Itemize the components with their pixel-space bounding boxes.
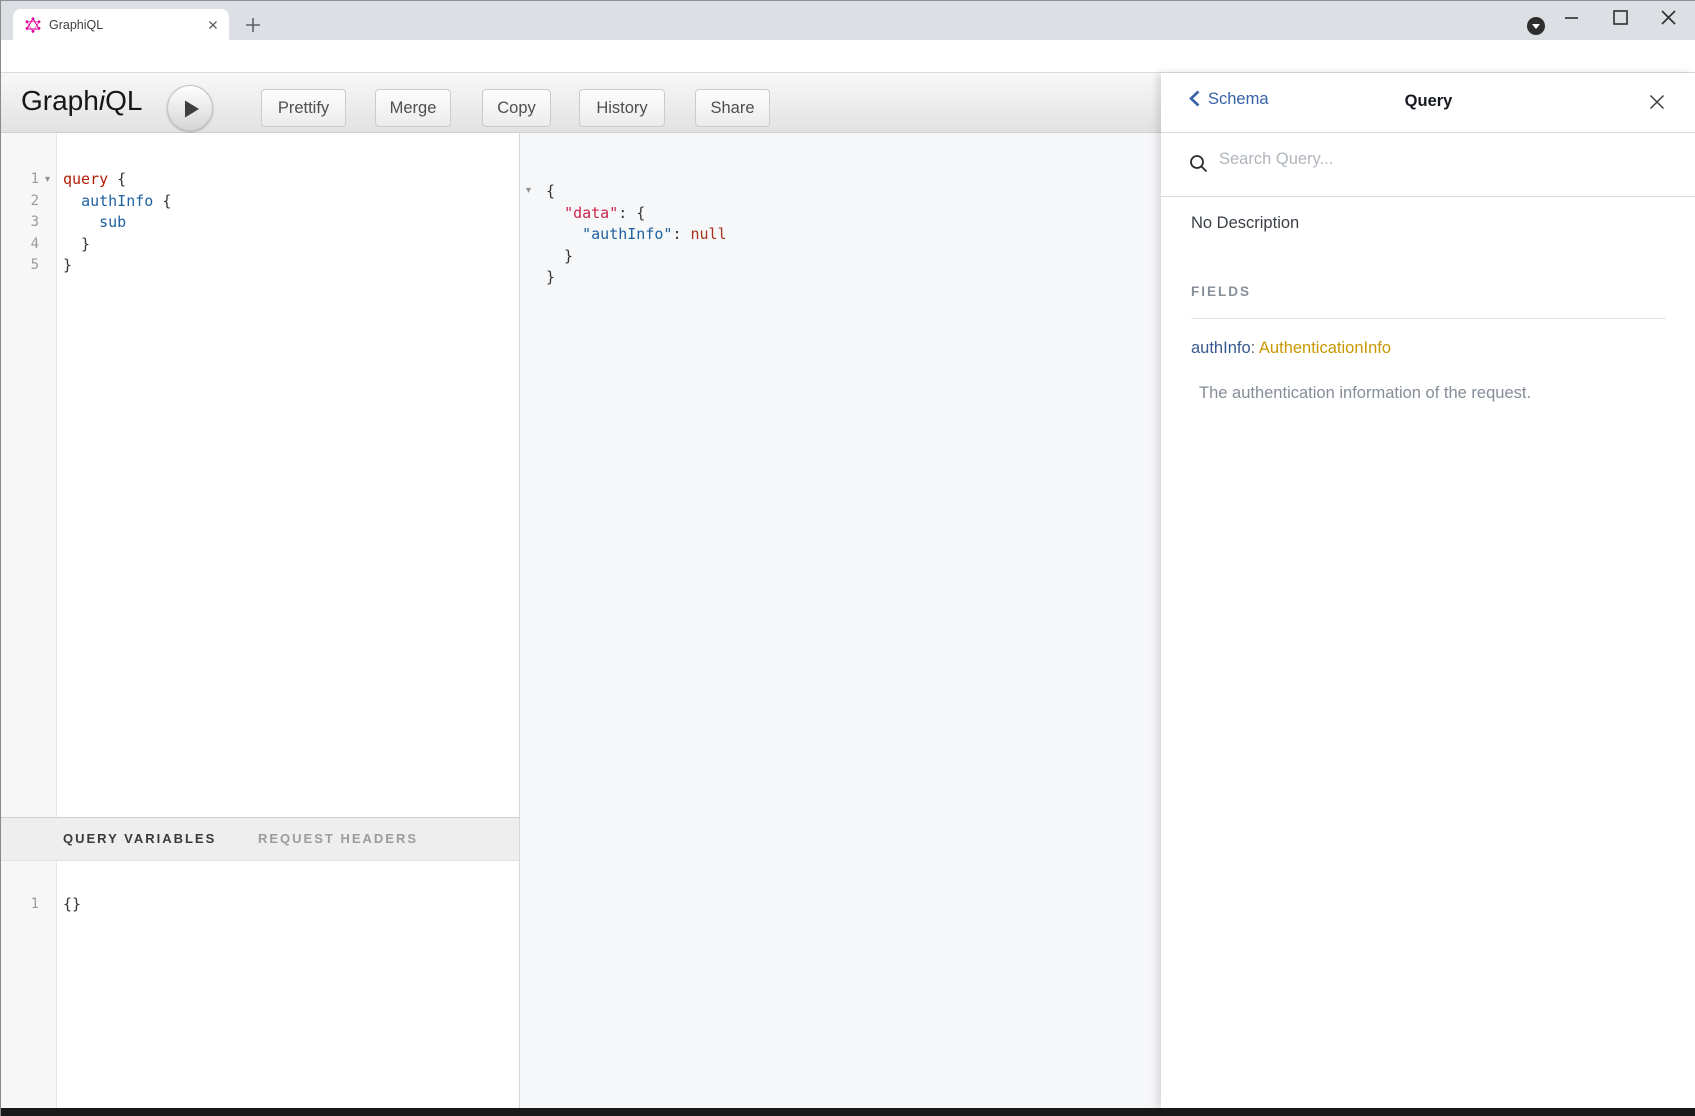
doc-close-icon[interactable] <box>1648 93 1666 111</box>
doc-explorer-header: Schema Query <box>1161 73 1695 133</box>
result-fold-icon[interactable]: ▾ <box>526 185 531 196</box>
query-line-numbers: 1▾2345 <box>1 169 56 277</box>
browser-update-badge-icon[interactable] <box>1527 17 1545 35</box>
tab-title: GraphiQL <box>49 18 103 32</box>
browser-toolbar: localhost:3000/graphql P <box>1 40 1695 73</box>
fields-heading: FIELDS <box>1191 284 1251 299</box>
close-window-button[interactable] <box>1653 7 1683 29</box>
doc-explorer-title: Query <box>1161 92 1695 111</box>
field-type-link[interactable]: AuthenticationInfo <box>1259 339 1391 357</box>
search-icon <box>1189 154 1208 173</box>
result-viewer: ▾ { "data": { "authInfo": null }} <box>520 133 1161 1108</box>
result-json: { "data": { "authInfo": null }} <box>546 181 727 289</box>
copy-button[interactable]: Copy <box>482 89 551 127</box>
prettify-button[interactable]: Prettify <box>261 89 346 127</box>
merge-button[interactable]: Merge <box>375 89 451 127</box>
taskbar-edge <box>1 1108 1695 1116</box>
minimize-button[interactable] <box>1556 7 1586 29</box>
browser-window: GraphiQL <box>0 0 1695 1116</box>
doc-search-input[interactable] <box>1217 149 1621 170</box>
editor-tools-bar: QUERY VARIABLES REQUEST HEADERS <box>1 817 519 861</box>
share-button[interactable]: Share <box>695 89 770 127</box>
play-icon <box>183 99 201 119</box>
query-editor[interactable]: 1▾2345 query { authInfo { sub }} <box>1 133 519 817</box>
query-code: query { authInfo { sub }} <box>63 169 171 277</box>
variables-editor[interactable]: 1 {} <box>1 861 519 1108</box>
execute-query-button[interactable] <box>167 85 213 131</box>
doc-search-bar <box>1161 133 1695 197</box>
maximize-button[interactable] <box>1605 7 1635 29</box>
tab-request-headers[interactable]: REQUEST HEADERS <box>258 818 418 860</box>
type-description: No Description <box>1191 214 1299 233</box>
graphiql-logo: GraphiQL <box>21 85 142 117</box>
graphql-favicon-icon <box>25 17 41 33</box>
field-item: authInfo: AuthenticationInfo <box>1191 339 1391 358</box>
tab-close-icon[interactable] <box>205 17 221 33</box>
variables-line-numbers: 1 <box>1 894 56 916</box>
new-tab-button[interactable] <box>241 13 265 37</box>
variables-code: {} <box>63 894 81 916</box>
tab-query-variables[interactable]: QUERY VARIABLES <box>63 818 216 860</box>
tab-strip: GraphiQL <box>1 0 1695 40</box>
history-button[interactable]: History <box>579 89 665 127</box>
field-description: The authentication information of the re… <box>1199 384 1531 403</box>
doc-explorer-panel: Schema Query No Description FIELDS authI… <box>1161 73 1695 1108</box>
browser-tab[interactable]: GraphiQL <box>13 9 229 41</box>
fields-divider <box>1191 318 1666 319</box>
field-name-link[interactable]: authInfo <box>1191 339 1251 357</box>
